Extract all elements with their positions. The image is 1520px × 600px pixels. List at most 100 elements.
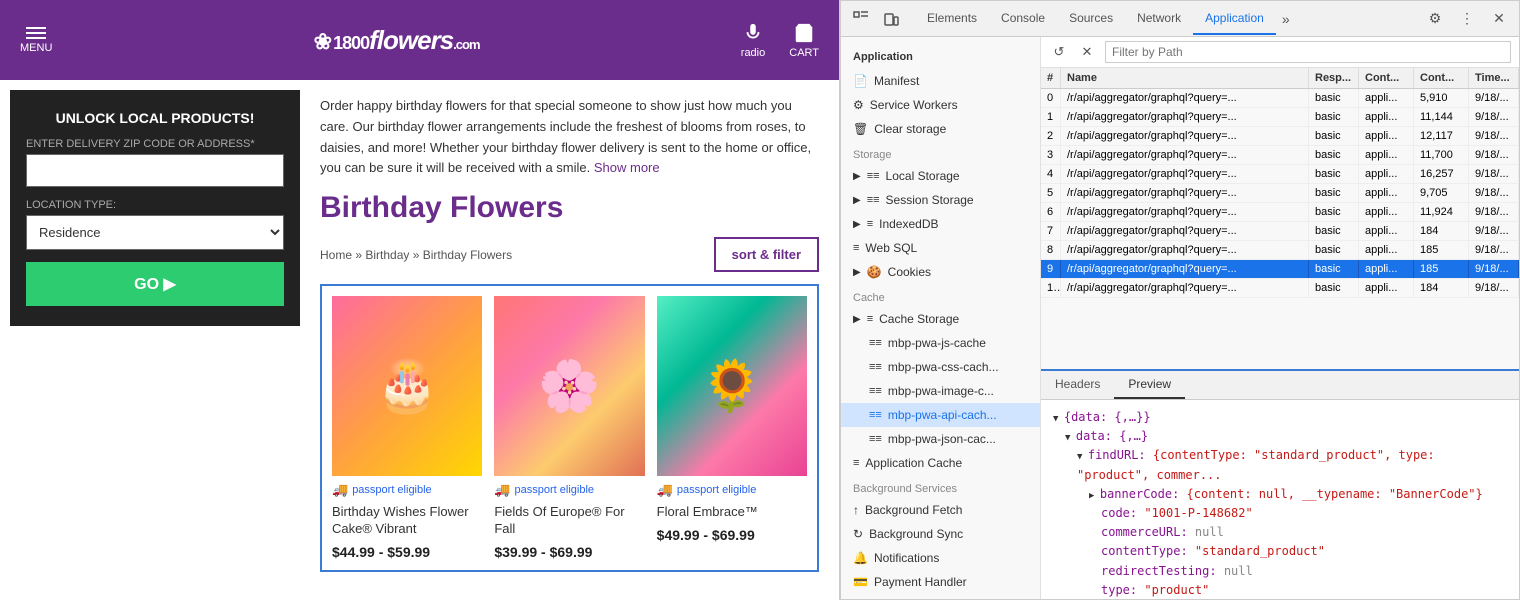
location-type-select[interactable]: Residence Business Hospital Funeral Home — [26, 215, 284, 250]
row-num-9: 9 — [1041, 260, 1061, 278]
row-cont2-7: 184 — [1414, 222, 1469, 240]
header-left: MENU — [20, 27, 52, 54]
settings-button[interactable]: ⚙ — [1423, 7, 1447, 31]
bg-services-title: Background Services — [841, 475, 1040, 498]
passport-truck-icon-1: 🚚 — [332, 482, 348, 498]
go-button[interactable]: GO ▶ — [26, 262, 284, 306]
cookies-icon: 🍪 — [867, 265, 882, 279]
row-time-7: 9/18/... — [1469, 222, 1519, 240]
more-options-button[interactable]: ⋮ — [1455, 7, 1479, 31]
indexeddb-icon: ≡ — [867, 218, 873, 230]
menu-lines-icon — [26, 27, 46, 39]
sidebar-item-cache-storage[interactable]: ▶ ≡ Cache Storage — [841, 307, 1040, 331]
menu-button[interactable]: MENU — [20, 27, 52, 54]
network-row-8[interactable]: 8 /r/api/aggregator/graphql?query=... ba… — [1041, 241, 1519, 260]
network-row-10[interactable]: 10 /r/api/aggregator/graphql?query=... b… — [1041, 279, 1519, 298]
sidebar-item-app-cache[interactable]: ≡ Application Cache — [841, 451, 1040, 475]
devtools-right-icons: ⚙ ⋮ ✕ — [1423, 7, 1511, 31]
preview-content: {data: {,…}} data: {,…} findURL: {conten… — [1041, 400, 1519, 599]
tab-sources[interactable]: Sources — [1057, 3, 1125, 35]
json-line-8: type: "product" — [1053, 581, 1507, 599]
filter-input[interactable] — [1105, 41, 1511, 63]
row-name-6: /r/api/aggregator/graphql?query=... — [1061, 203, 1309, 221]
tab-overflow-button[interactable]: » — [1276, 3, 1296, 35]
preview-tab[interactable]: Preview — [1114, 371, 1185, 399]
logo-1800: 1800 — [333, 33, 369, 54]
row-num-3: 3 — [1041, 146, 1061, 164]
expand-data[interactable] — [1065, 429, 1076, 443]
product-name-2: Fields Of Europe® For Fall — [494, 504, 644, 538]
pwa-api-icon: ≡≡ — [869, 409, 882, 421]
sidebar-item-clear-storage[interactable]: 🗑 Clear storage — [841, 117, 1040, 141]
tab-network[interactable]: Network — [1125, 3, 1193, 35]
sidebar-item-bg-sync[interactable]: ↻ Background Sync — [841, 522, 1040, 546]
refresh-button[interactable]: ↺ — [1049, 42, 1069, 62]
device-toggle-button[interactable] — [879, 7, 903, 31]
sidebar-item-cookies[interactable]: ▶ 🍪 Cookies — [841, 260, 1040, 284]
product-card-1[interactable]: 🎂 🚚 passport eligible Birthday Wishes Fl… — [332, 296, 482, 560]
sort-filter-button[interactable]: sort & filter — [714, 237, 819, 272]
sidebar-item-pwa-json[interactable]: ≡≡ mbp-pwa-json-cac... — [841, 427, 1040, 451]
sidebar-item-session-storage[interactable]: ▶ ≡≡ Session Storage — [841, 188, 1040, 212]
network-row-4[interactable]: 4 /r/api/aggregator/graphql?query=... ba… — [1041, 165, 1519, 184]
row-cont2-5: 9,705 — [1414, 184, 1469, 202]
devtools-topbar: Elements Console Sources Network Applica… — [841, 1, 1519, 37]
site-logo[interactable]: ❀ 1800 flowers .com — [314, 25, 480, 56]
row-time-0: 9/18/... — [1469, 89, 1519, 107]
clear-button[interactable]: ✕ — [1077, 42, 1097, 62]
payment-handler-label: Payment Handler — [874, 575, 967, 589]
row-num-1: 1 — [1041, 108, 1061, 126]
row-num-4: 4 — [1041, 165, 1061, 183]
network-row-1[interactable]: 1 /r/api/aggregator/graphql?query=... ba… — [1041, 108, 1519, 127]
local-storage-label: Local Storage — [886, 169, 960, 183]
network-row-0[interactable]: 0 /r/api/aggregator/graphql?query=... ba… — [1041, 89, 1519, 108]
row-cont1-7: appli... — [1359, 222, 1414, 240]
websql-label: Web SQL — [865, 241, 917, 255]
pwa-json-label: mbp-pwa-json-cac... — [888, 432, 996, 446]
row-cont1-5: appli... — [1359, 184, 1414, 202]
cache-storage-icon: ≡ — [867, 313, 873, 325]
tab-console[interactable]: Console — [989, 3, 1057, 35]
sidebar-item-pwa-image[interactable]: ≡≡ mbp-pwa-image-c... — [841, 379, 1040, 403]
sidebar-item-payment-handler[interactable]: 💳 Payment Handler — [841, 570, 1040, 594]
zip-input[interactable] — [26, 154, 284, 187]
cache-storage-label: Cache Storage — [879, 312, 959, 326]
row-cont1-4: appli... — [1359, 165, 1414, 183]
network-row-7[interactable]: 7 /r/api/aggregator/graphql?query=... ba… — [1041, 222, 1519, 241]
headers-tab[interactable]: Headers — [1041, 371, 1114, 399]
inspect-element-button[interactable] — [849, 7, 873, 31]
sidebar-item-local-storage[interactable]: ▶ ≡≡ Local Storage — [841, 164, 1040, 188]
product-card-3[interactable]: 🌻 🚚 passport eligible Floral Embrace™ $4… — [657, 296, 807, 560]
expand-findurl[interactable] — [1077, 448, 1088, 462]
row-name-2: /r/api/aggregator/graphql?query=... — [1061, 127, 1309, 145]
sidebar-item-websql[interactable]: ≡ Web SQL — [841, 236, 1040, 260]
close-devtools-button[interactable]: ✕ — [1487, 7, 1511, 31]
sidebar-item-service-workers[interactable]: ⚙ Service Workers — [841, 93, 1040, 117]
network-row-2[interactable]: 2 /r/api/aggregator/graphql?query=... ba… — [1041, 127, 1519, 146]
row-cont2-9: 185 — [1414, 260, 1469, 278]
expand-bannercode[interactable] — [1089, 487, 1100, 501]
network-row-6[interactable]: 6 /r/api/aggregator/graphql?query=... ba… — [1041, 203, 1519, 222]
sidebar-item-manifest[interactable]: 📄 Manifest — [841, 69, 1040, 93]
cart-button[interactable]: CART — [789, 22, 819, 59]
row-name-5: /r/api/aggregator/graphql?query=... — [1061, 184, 1309, 202]
tab-elements[interactable]: Elements — [915, 3, 989, 35]
sidebar-item-indexeddb[interactable]: ▶ ≡ IndexedDB — [841, 212, 1040, 236]
sidebar-item-bg-fetch[interactable]: ↑ Background Fetch — [841, 498, 1040, 522]
sidebar-item-notifications[interactable]: 🔔 Notifications — [841, 546, 1040, 570]
sidebar-item-pwa-js[interactable]: ≡≡ mbp-pwa-js-cache — [841, 331, 1040, 355]
show-more-link[interactable]: Show more — [594, 160, 660, 175]
sidebar-item-pwa-api[interactable]: ≡≡ mbp-pwa-api-cach... — [841, 403, 1040, 427]
col-header-resp: Resp... — [1309, 68, 1359, 88]
tab-application[interactable]: Application — [1193, 3, 1276, 35]
network-row-9[interactable]: 9 /r/api/aggregator/graphql?query=... ba… — [1041, 260, 1519, 279]
payment-handler-icon: 💳 — [853, 575, 868, 589]
expand-root[interactable] — [1053, 410, 1064, 424]
row-time-9: 9/18/... — [1469, 260, 1519, 278]
network-row-5[interactable]: 5 /r/api/aggregator/graphql?query=... ba… — [1041, 184, 1519, 203]
product-price-3: $49.99 - $69.99 — [657, 527, 807, 543]
product-card-2[interactable]: 🌸 🚚 passport eligible Fields Of Europe® … — [494, 296, 644, 560]
radio-button[interactable]: radio — [741, 22, 765, 59]
network-row-3[interactable]: 3 /r/api/aggregator/graphql?query=... ba… — [1041, 146, 1519, 165]
sidebar-item-pwa-css[interactable]: ≡≡ mbp-pwa-css-cach... — [841, 355, 1040, 379]
